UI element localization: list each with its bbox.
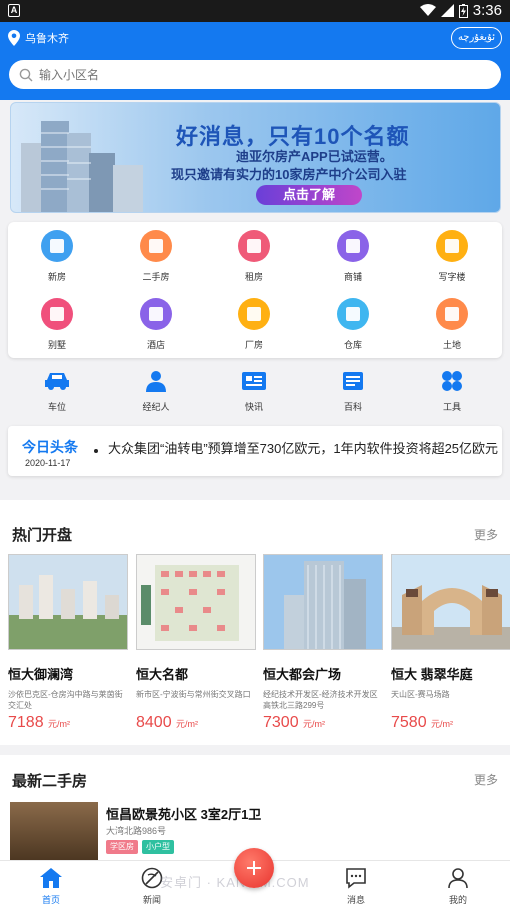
project-price: 7188 元/m² <box>8 714 71 731</box>
category-land[interactable]: 土地 <box>422 298 482 351</box>
search-input[interactable] <box>39 67 439 82</box>
news-flash-icon <box>242 372 266 390</box>
office-icon <box>436 230 468 262</box>
search-bar[interactable] <box>9 60 501 89</box>
wifi-icon <box>419 4 436 16</box>
hot-projects-section: 热门开盘 更多 恒大御澜湾 沙依巴克区-仓房沟中路与莱茵街交汇处 7188 元/… <box>0 500 510 745</box>
profile-icon <box>448 868 468 889</box>
publish-fab-button[interactable] <box>234 848 274 888</box>
project-address: 天山区-赛马场路 <box>391 690 450 699</box>
project-address: 沙依巴克区-仓房沟中路与莱茵街交汇处 <box>8 690 123 710</box>
headline-news-text[interactable]: 大众集团“油转电”预算增至730亿欧元，1年内软件投资将超25亿欧元 <box>108 438 498 457</box>
banner-line-1: 迪亚尔房产APP已试运营。 <box>236 149 393 164</box>
tool-encyclopedia[interactable]: 百科 <box>323 370 383 413</box>
category-factory[interactable]: 厂房 <box>224 298 284 351</box>
agent-icon <box>146 371 166 392</box>
tab-messages[interactable]: 消息 <box>326 867 386 904</box>
project-price: 8400 元/m² <box>136 714 199 731</box>
project-photo <box>391 554 510 650</box>
category-shop[interactable]: 商铺 <box>323 230 383 283</box>
hot-section-title: 热门开盘 <box>12 527 73 544</box>
category-grid: 新房 二手房 租房 商铺 写字楼 别墅 酒店 厂房 仓库 土地 <box>8 222 502 358</box>
status-bar: A 3:36 <box>0 0 510 22</box>
new-house-icon <box>41 230 73 262</box>
hotel-icon <box>140 298 172 330</box>
car-icon <box>45 373 69 390</box>
warehouse-icon <box>337 298 369 330</box>
location-pin-icon <box>8 30 20 46</box>
tool-news-flash[interactable]: 快讯 <box>224 370 284 413</box>
tab-home[interactable]: 首页 <box>21 867 81 904</box>
bullet-dot <box>94 449 98 453</box>
signal-icon <box>440 4 454 17</box>
project-card[interactable]: 恒大名都 新市区-宁波街与常州街交叉路口 8400 元/m² <box>136 554 256 732</box>
project-name: 恒大 翡翠华庭 <box>391 667 473 682</box>
message-icon <box>346 868 366 889</box>
city-selector[interactable]: 乌鲁木齐 <box>8 30 69 46</box>
category-villa[interactable]: 别墅 <box>27 298 87 351</box>
project-card[interactable]: 恒大御澜湾 沙依巴克区-仓房沟中路与莱茵街交汇处 7188 元/m² <box>8 554 128 732</box>
project-name: 恒大都会广场 <box>263 667 342 682</box>
tool-parking[interactable]: 车位 <box>27 370 87 413</box>
battery-icon <box>458 3 468 18</box>
project-address: 经纪技术开发区-经济技术开发区高铁北三路299号 <box>263 690 378 710</box>
category-hotel[interactable]: 酒店 <box>126 298 186 351</box>
project-address: 新市区-宁波街与常州街交叉路口 <box>136 690 251 699</box>
category-rent[interactable]: 租房 <box>224 230 284 283</box>
headline-date: 2020-11-17 <box>25 458 71 468</box>
tool-tools[interactable]: 工具 <box>422 370 482 413</box>
today-headline[interactable]: 今日头条 2020-11-17 大众集团“油转电”预算增至730亿欧元，1年内软… <box>8 426 502 476</box>
project-photo <box>8 554 128 650</box>
promo-banner[interactable]: 好消息，只有10个名额 迪亚尔房产APP已试运营。 现只邀请有实力的10家房产中… <box>10 102 501 213</box>
project-price: 7580 元/m² <box>391 714 454 731</box>
notification-a-icon: A <box>8 4 20 17</box>
category-second-hand-house[interactable]: 二手房 <box>126 230 186 283</box>
city-name: 乌鲁木齐 <box>25 33 69 45</box>
tab-profile[interactable]: 我的 <box>428 867 488 904</box>
search-icon <box>19 68 33 81</box>
listing-tag: 学区房 <box>106 840 138 854</box>
home-icon <box>40 868 62 888</box>
buildings-illustration <box>21 121 143 212</box>
project-card[interactable]: 恒大都会广场 经纪技术开发区-经济技术开发区高铁北三路299号 7300 元/m… <box>263 554 383 732</box>
tools-icon <box>442 371 462 391</box>
project-name: 恒大御澜湾 <box>8 667 74 682</box>
project-name: 恒大名都 <box>136 667 189 682</box>
category-office[interactable]: 写字楼 <box>422 230 482 283</box>
factory-icon <box>238 298 270 330</box>
banner-line-2: 现只邀请有实力的10家房产中介公司入驻 <box>171 167 407 182</box>
shop-icon <box>337 230 369 262</box>
category-new-house[interactable]: 新房 <box>27 230 87 283</box>
language-toggle-button[interactable]: ئۇيغۇرچە <box>451 27 502 49</box>
clock: 3:36 <box>472 2 502 19</box>
tool-agent[interactable]: 经纪人 <box>126 370 186 413</box>
project-photo <box>263 554 383 650</box>
plus-icon <box>247 861 261 875</box>
land-icon <box>436 298 468 330</box>
encyclopedia-icon <box>343 372 363 390</box>
listing-address: 大湾北路986号 <box>106 826 167 836</box>
tools-row: 车位 经纪人 快讯 百科 工具 <box>8 366 502 418</box>
project-price: 7300 元/m² <box>263 714 326 731</box>
listing-photo <box>10 802 98 862</box>
rent-icon <box>238 230 270 262</box>
project-photo <box>136 554 256 650</box>
second-hand-house-icon <box>140 230 172 262</box>
category-warehouse[interactable]: 仓库 <box>323 298 383 351</box>
second-hand-more-link[interactable]: 更多 <box>474 771 498 788</box>
project-card[interactable]: 恒大 翡翠华庭 天山区-赛马场路 7580 元/m² <box>391 554 510 732</box>
hot-more-link[interactable]: 更多 <box>474 526 498 543</box>
headline-title: 今日头条 <box>22 439 78 455</box>
listing-title: 恒昌欧景苑小区 3室2厅1卫 <box>106 807 262 822</box>
second-hand-title: 最新二手房 <box>12 773 88 790</box>
villa-icon <box>41 298 73 330</box>
banner-learn-more-button[interactable]: 点击了解 <box>256 185 362 205</box>
listing-tag: 小户型 <box>142 840 174 854</box>
